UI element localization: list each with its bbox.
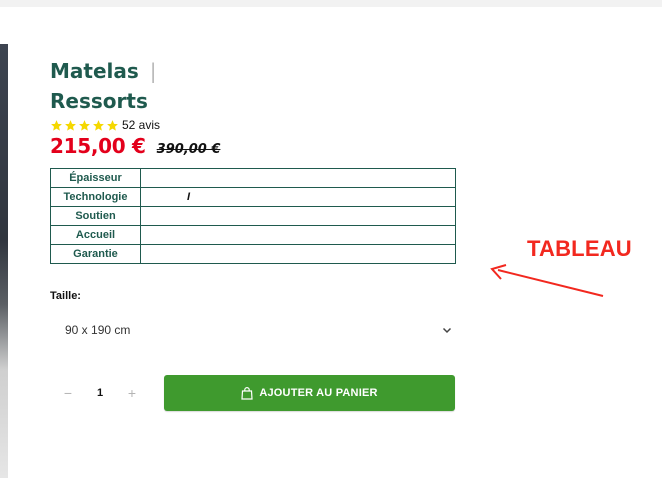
- spec-label: Garantie: [50, 244, 141, 264]
- product-page: Matelas | Ressorts 52 avis 215,00 € 390,…: [0, 0, 662, 500]
- top-strip: [0, 0, 662, 7]
- reviews-count[interactable]: 52 avis: [122, 118, 160, 132]
- spec-value: [140, 206, 456, 226]
- price: 215,00 € 390,00 €: [50, 134, 220, 158]
- spec-row: Accueil: [50, 225, 456, 245]
- rating-stars: [50, 119, 119, 132]
- title-separator: |: [149, 59, 157, 83]
- quantity-decrease-button[interactable]: −: [50, 375, 86, 411]
- spec-value: [140, 168, 456, 188]
- rating[interactable]: 52 avis: [50, 117, 160, 133]
- spec-label: Technologie: [50, 187, 141, 207]
- size-select[interactable]: 90 x 190 cm: [50, 316, 456, 344]
- arrow-icon: [490, 264, 604, 297]
- spec-value: [140, 225, 456, 245]
- spec-label: Soutien: [50, 206, 141, 226]
- star-icon: [106, 119, 119, 132]
- shopping-bag-icon: [241, 386, 253, 400]
- star-icon: [50, 119, 63, 132]
- add-to-cart-button[interactable]: AJOUTER AU PANIER: [164, 375, 455, 411]
- spec-row: Technologie I: [50, 187, 456, 207]
- star-icon: [92, 119, 105, 132]
- quantity-increase-button[interactable]: +: [114, 375, 150, 411]
- quantity-value[interactable]: 1: [86, 387, 114, 399]
- title-line-1: Matelas: [50, 59, 139, 83]
- spec-row: Épaisseur: [50, 168, 456, 188]
- quantity-stepper[interactable]: − 1 +: [50, 375, 150, 411]
- spec-row: Garantie: [50, 244, 456, 264]
- spec-table: Épaisseur Technologie I Soutien Accueil Garan…: [50, 168, 456, 264]
- price-current: 215,00 €: [50, 134, 146, 158]
- spec-value: [140, 244, 456, 264]
- chevron-down-icon: [442, 327, 452, 334]
- size-label: Taille:: [50, 290, 81, 302]
- spec-label: Épaisseur: [50, 168, 141, 188]
- add-to-cart-label: AJOUTER AU PANIER: [259, 387, 378, 399]
- price-old: 390,00 €: [156, 142, 221, 157]
- title-line-2: Ressorts: [50, 89, 148, 113]
- star-icon: [78, 119, 91, 132]
- spec-label: Accueil: [50, 225, 141, 245]
- star-icon: [64, 119, 77, 132]
- product-title: Matelas | Ressorts: [50, 56, 190, 116]
- annotation-label: TABLEAU: [527, 236, 632, 261]
- spec-row: Soutien: [50, 206, 456, 226]
- product-image[interactable]: [0, 44, 8, 478]
- spec-value: I: [140, 187, 456, 207]
- size-selected-value: 90 x 190 cm: [65, 323, 131, 337]
